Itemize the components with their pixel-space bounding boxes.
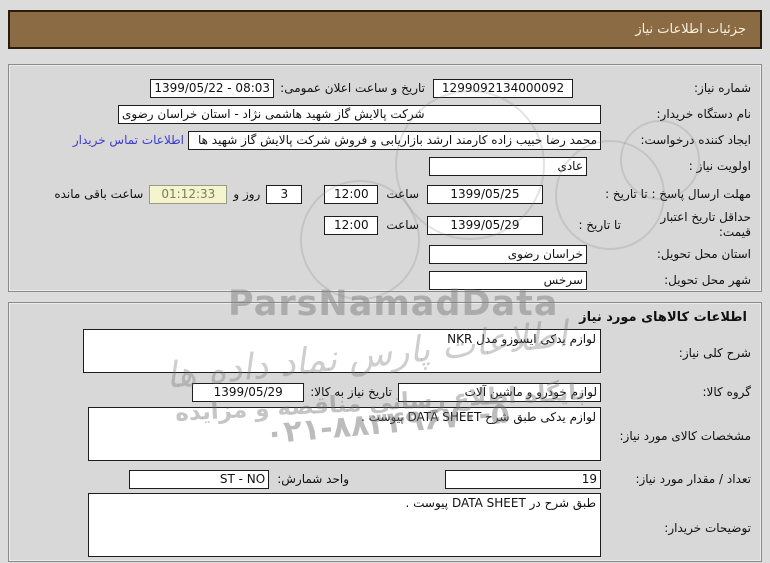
- deadline-hour-label: ساعت: [386, 187, 419, 201]
- response-deadline-date-field[interactable]: 1399/05/25: [427, 184, 543, 204]
- announce-datetime-label: تاریخ و ساعت اعلان عمومی:: [280, 81, 425, 95]
- response-deadline-time-field[interactable]: 12:00: [324, 184, 379, 204]
- need-number-field[interactable]: 1299092134000092: [433, 78, 573, 98]
- until-date-label: تا تاریخ :: [578, 218, 621, 232]
- row-general-description: شرح کلی نیاز: لوازم یدکی ایسوزو مدل NKR: [15, 329, 751, 377]
- creator-field[interactable]: محمد رضا حبیب زاده کارمند ارشد بازاریابی…: [188, 130, 601, 150]
- row-price-validity: حداقل تاریخ اعتبار قیمت: تا تاریخ : 1399…: [15, 209, 751, 241]
- announce-datetime-field[interactable]: 1399/05/22 - 08:03: [150, 78, 275, 98]
- need-date-field[interactable]: 1399/05/29: [192, 382, 305, 402]
- row-creator: ایجاد کننده درخواست: محمد رضا حبیب زاده …: [15, 127, 751, 153]
- row-priority: اولویت نیاز : عادی: [15, 153, 751, 179]
- general-description-field[interactable]: لوازم یدکی ایسوزو مدل NKR: [83, 329, 601, 373]
- price-validity-hour-label: ساعت: [386, 218, 419, 232]
- days-and-label: روز و: [233, 187, 261, 201]
- unit-label: واحد شمارش:: [277, 472, 349, 486]
- page-title: جزئیات اطلاعات نیاز: [635, 22, 746, 37]
- buyer-org-field[interactable]: شرکت پالایش گاز شهید هاشمی نژاد - استان …: [118, 104, 601, 124]
- buyer-notes-label: توضیحات خریدار:: [664, 521, 751, 535]
- quantity-field[interactable]: 19: [445, 469, 601, 489]
- price-validity-label: حداقل تاریخ اعتبار قیمت:: [660, 210, 751, 239]
- page-title-bar: جزئیات اطلاعات نیاز: [8, 10, 762, 49]
- delivery-city-label: شهر محل تحویل:: [664, 273, 751, 287]
- buyer-notes-field[interactable]: طبق شرح در DATA SHEET پیوست .: [88, 493, 601, 557]
- row-delivery-city: شهر محل تحویل: سرخس: [15, 267, 751, 293]
- price-validity-label-group: حداقل تاریخ اعتبار قیمت: تا تاریخ :: [543, 210, 751, 240]
- goods-group-field[interactable]: لوازم خودرو و ماشین آلات: [398, 382, 601, 402]
- row-delivery-province: استان محل تحویل: خراسان رضوی: [15, 241, 751, 267]
- countdown-timer: 01:12:33: [149, 184, 228, 204]
- buyer-org-label: نام دستگاه خریدار:: [656, 107, 752, 121]
- goods-group-label: گروه کالا:: [702, 385, 752, 399]
- creator-label: ایجاد کننده درخواست:: [640, 133, 751, 147]
- need-date-label: تاریخ نیاز به کالا:: [310, 385, 392, 399]
- delivery-province-field[interactable]: خراسان رضوی: [429, 244, 587, 264]
- row-quantity: تعداد / مقدار مورد نیاز: 19 واحد شمارش: …: [15, 465, 751, 493]
- need-number-label: شماره نیاز:: [694, 81, 751, 95]
- goods-section-header: اطلاعات کالاهای مورد نیاز: [579, 310, 747, 325]
- unit-field[interactable]: ST - NO: [129, 469, 270, 489]
- row-goods-specs: مشخصات کالای مورد نیاز: لوازم یدکی طبق ش…: [15, 407, 751, 465]
- row-need-number: شماره نیاز: 1299092134000092 تاریخ و ساع…: [15, 75, 751, 101]
- goods-info-panel: اطلاعات کالاهای مورد نیاز شرح کلی نیاز: …: [8, 302, 762, 562]
- goods-specs-field[interactable]: لوازم یدکی طبق شرح DATA SHEET پیوست .: [88, 407, 601, 461]
- row-goods-group: گروه کالا: لوازم خودرو و ماشین آلات تاری…: [15, 377, 751, 407]
- row-buyer-notes: توضیحات خریدار: طبق شرح در DATA SHEET پی…: [15, 493, 751, 563]
- hours-remaining-label: ساعت باقی مانده: [54, 187, 144, 201]
- delivery-province-label: استان محل تحویل:: [656, 247, 751, 261]
- response-deadline-label: مهلت ارسال پاسخ : تا تاریخ :: [605, 187, 751, 201]
- row-buyer-org: نام دستگاه خریدار: شرکت پالایش گاز شهید …: [15, 101, 751, 127]
- buyer-contact-link[interactable]: اطلاعات تماس خریدار: [73, 133, 184, 147]
- priority-label: اولویت نیاز :: [688, 159, 751, 173]
- row-response-deadline: مهلت ارسال پاسخ : تا تاریخ : 1399/05/25 …: [15, 179, 751, 209]
- price-validity-date-field[interactable]: 1399/05/29: [427, 215, 543, 235]
- goods-specs-label: مشخصات کالای مورد نیاز:: [619, 429, 751, 443]
- price-validity-time-field[interactable]: 12:00: [324, 215, 379, 235]
- general-description-label: شرح کلی نیاز:: [678, 346, 751, 360]
- priority-field[interactable]: عادی: [429, 156, 587, 176]
- need-details-page: { "title_bar": "جزئیات اطلاعات نیاز", "p…: [0, 0, 770, 562]
- need-info-panel: شماره نیاز: 1299092134000092 تاریخ و ساع…: [8, 64, 762, 292]
- days-remaining-box: 3: [266, 184, 303, 204]
- quantity-label: تعداد / مقدار مورد نیاز:: [635, 472, 751, 486]
- delivery-city-field[interactable]: سرخس: [429, 270, 587, 290]
